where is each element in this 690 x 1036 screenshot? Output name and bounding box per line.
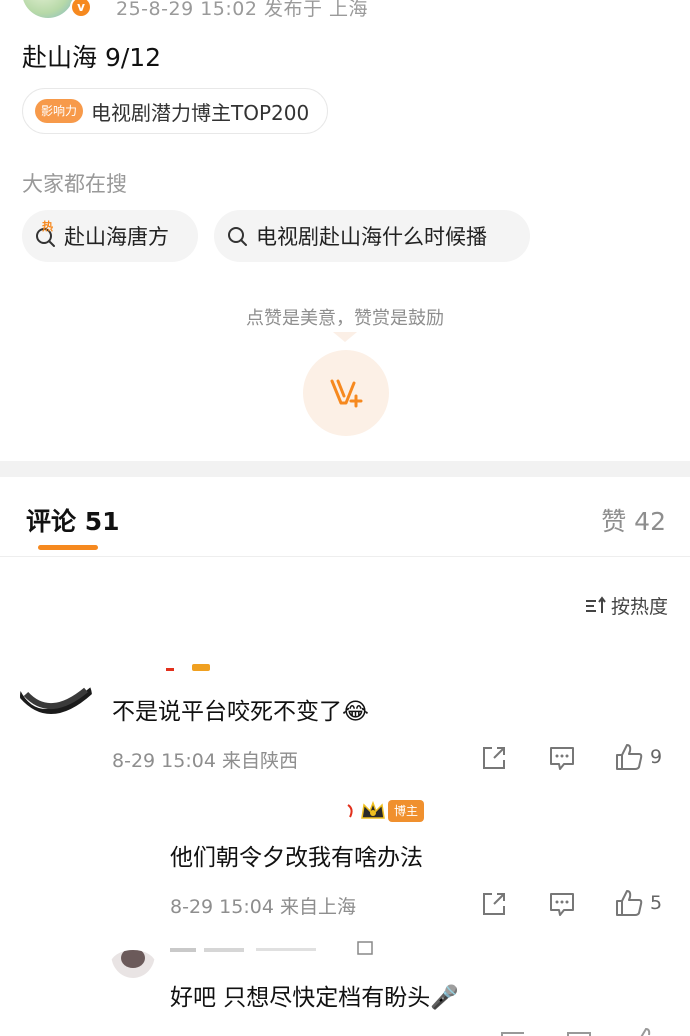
like-button[interactable]: 5 [614, 888, 662, 918]
trending-search-chip[interactable]: 热 赴山海唐方 [22, 210, 198, 262]
search-icon [226, 224, 250, 248]
post-meta: 25-8-29 15:02 发布于 上海 [116, 0, 369, 20]
reply-button[interactable] [548, 890, 576, 918]
share-icon [483, 893, 505, 915]
comment-icon[interactable] [566, 1028, 592, 1036]
share-icon [483, 747, 505, 769]
commenter-avatar[interactable] [110, 950, 156, 980]
author-name-area: 博主 [346, 800, 425, 822]
reward-hint: 点赞是美意，赞赏是鼓励 [246, 308, 444, 329]
like-button[interactable]: 9 [614, 742, 662, 772]
comment-text: 不是说平台咬死不变了😂 [112, 699, 369, 725]
hot-search-icon: 热 [34, 220, 58, 248]
sort-icon [585, 595, 606, 613]
share-button[interactable] [480, 744, 508, 772]
commenter-name-fragment [166, 660, 212, 678]
crown-icon [361, 800, 385, 819]
reward-hint-pointer [333, 332, 357, 342]
comment-meta: 8-29 15:04 来自陕西 [112, 750, 298, 772]
trending-search-label: 电视剧赴山海什么时候播 [256, 225, 487, 249]
active-tab-indicator [38, 545, 98, 550]
post-text: 赴山海 9/12 [22, 43, 162, 72]
section-divider [0, 461, 690, 477]
thumbs-up-icon [616, 744, 643, 770]
thumbs-up-icon [616, 890, 643, 916]
like-count: 9 [650, 746, 663, 768]
tab-likes[interactable]: 赞 42 [601, 502, 666, 538]
like-count: 5 [650, 892, 663, 914]
influence-chip[interactable]: 影响力 电视剧潜力博主TOP200 [22, 88, 329, 134]
influence-label: 电视剧潜力博主TOP200 [91, 100, 310, 125]
sort-label: 按热度 [610, 596, 668, 618]
sort-button[interactable]: 按热度 [585, 592, 668, 619]
author-badge: 博主 [388, 800, 425, 822]
trending-search-label: 赴山海唐方 [64, 225, 169, 249]
share-button[interactable] [480, 890, 508, 918]
trending-search-chip[interactable]: 电视剧赴山海什么时候播 [214, 210, 530, 262]
comment-text: 他们朝令夕改我有啥办法 [170, 845, 423, 871]
hot-mark: 热 [42, 220, 53, 233]
verified-badge-icon: v [70, 0, 92, 18]
comment-meta: 8-29 15:04 来自上海 [170, 896, 356, 918]
reward-v-plus-icon [330, 379, 363, 408]
influence-tag: 影响力 [35, 99, 84, 123]
commenter-avatar[interactable] [20, 668, 92, 724]
author-avatar[interactable] [22, 0, 74, 18]
commenter-name-fragment [170, 940, 380, 956]
comment-icon [550, 747, 574, 770]
tab-comments[interactable]: 评论 51 [26, 502, 120, 538]
thumbs-up-icon[interactable] [636, 1024, 658, 1036]
reply-button[interactable] [548, 744, 576, 772]
reward-button[interactable] [303, 350, 389, 436]
trending-heading: 大家都在搜 [22, 172, 127, 196]
comment-icon [550, 893, 574, 916]
tabs-divider [0, 556, 690, 557]
share-icon[interactable] [500, 1028, 526, 1036]
comment-text: 好吧 只想尽快定档有盼头🎤 [170, 985, 459, 1011]
